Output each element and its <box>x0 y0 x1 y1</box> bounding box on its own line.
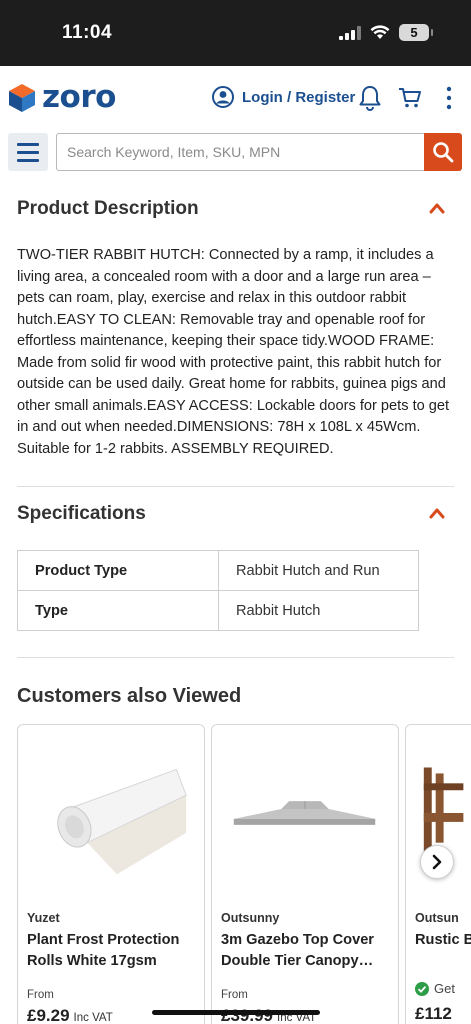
battery-indicator: 5 <box>399 24 433 41</box>
table-row: Product Type Rabbit Hutch and Run <box>17 550 419 591</box>
specifications-table: Product Type Rabbit Hutch and Run Type R… <box>17 550 419 631</box>
login-register-link[interactable]: Login / Register <box>212 86 355 108</box>
product-name[interactable]: 3m Gazebo Top Cover Double Tier Canopy… <box>221 930 396 972</box>
also-viewed-heading: Customers also Viewed <box>17 685 242 707</box>
section-divider <box>17 657 454 658</box>
zoro-logo[interactable]: zoro <box>8 82 116 113</box>
search-button[interactable] <box>424 133 462 171</box>
product-price-row: £39.99 Inc VAT <box>221 1006 316 1024</box>
product-brand: Yuzet <box>27 911 60 925</box>
gazebo-cover-image <box>233 801 376 825</box>
carousel-next-button[interactable] <box>420 845 454 879</box>
chevron-up-icon[interactable] <box>429 507 445 519</box>
home-indicator <box>152 1010 320 1015</box>
spec-value: Rabbit Hutch <box>218 590 419 631</box>
status-icons: 5 <box>339 24 433 41</box>
product-price: £112 <box>415 1004 452 1023</box>
more-options-icon[interactable] <box>446 86 452 110</box>
product-description-heading[interactable]: Product Description <box>17 198 199 220</box>
cart-icon[interactable] <box>398 87 422 109</box>
site-header: zoro Login / Register <box>0 66 471 130</box>
also-viewed-carousel: Yuzet Plant Frost Protection Rolls White… <box>0 724 471 1024</box>
product-brand: Outsunny <box>221 911 280 925</box>
spec-value: Rabbit Hutch and Run <box>218 550 419 591</box>
stock-label: Get <box>434 981 455 996</box>
product-card[interactable]: Outsunny 3m Gazebo Top Cover Double Tier… <box>211 724 399 1024</box>
search-input[interactable] <box>56 133 424 171</box>
chevron-up-icon[interactable] <box>429 202 445 214</box>
product-price: £9.29 <box>27 1006 70 1024</box>
hamburger-menu-button[interactable] <box>8 133 48 171</box>
product-brand: Outsun <box>415 911 459 925</box>
inc-vat-label: Inc VAT <box>73 1012 113 1024</box>
price-from-label: From <box>221 989 248 1001</box>
signal-icon <box>339 25 361 40</box>
product-description-text: TWO-TIER RABBIT HUTCH: Connected by a ra… <box>17 247 450 457</box>
status-bar: 11:04 5 <box>0 0 471 66</box>
login-register-label: Login / Register <box>242 88 356 106</box>
fleece-roll-image <box>57 768 187 875</box>
check-circle-icon <box>415 981 429 996</box>
spec-key: Product Type <box>17 550 219 591</box>
spec-key: Type <box>17 590 219 631</box>
product-price-row: £9.29 Inc VAT <box>27 1006 113 1024</box>
table-row: Type Rabbit Hutch <box>17 590 419 631</box>
product-name[interactable]: Plant Frost Protection Rolls White 17gsm <box>27 930 202 972</box>
user-icon <box>212 86 234 108</box>
product-price: £39.99 <box>221 1006 273 1024</box>
stock-status: Get <box>415 981 455 996</box>
section-divider <box>17 486 454 487</box>
status-time: 11:04 <box>62 22 113 43</box>
product-card[interactable]: Yuzet Plant Frost Protection Rolls White… <box>17 724 205 1024</box>
search-bar <box>0 130 471 180</box>
chevron-right-icon <box>432 854 442 870</box>
search-icon <box>433 142 454 163</box>
wifi-icon <box>370 25 390 39</box>
logo-text: zoro <box>42 79 116 115</box>
bell-icon[interactable] <box>358 85 382 111</box>
zoro-cube-icon <box>9 83 35 112</box>
price-from-label: From <box>27 989 54 1001</box>
product-name[interactable]: Rustic Bench <box>415 930 471 951</box>
specifications-heading[interactable]: Specifications <box>17 503 146 525</box>
